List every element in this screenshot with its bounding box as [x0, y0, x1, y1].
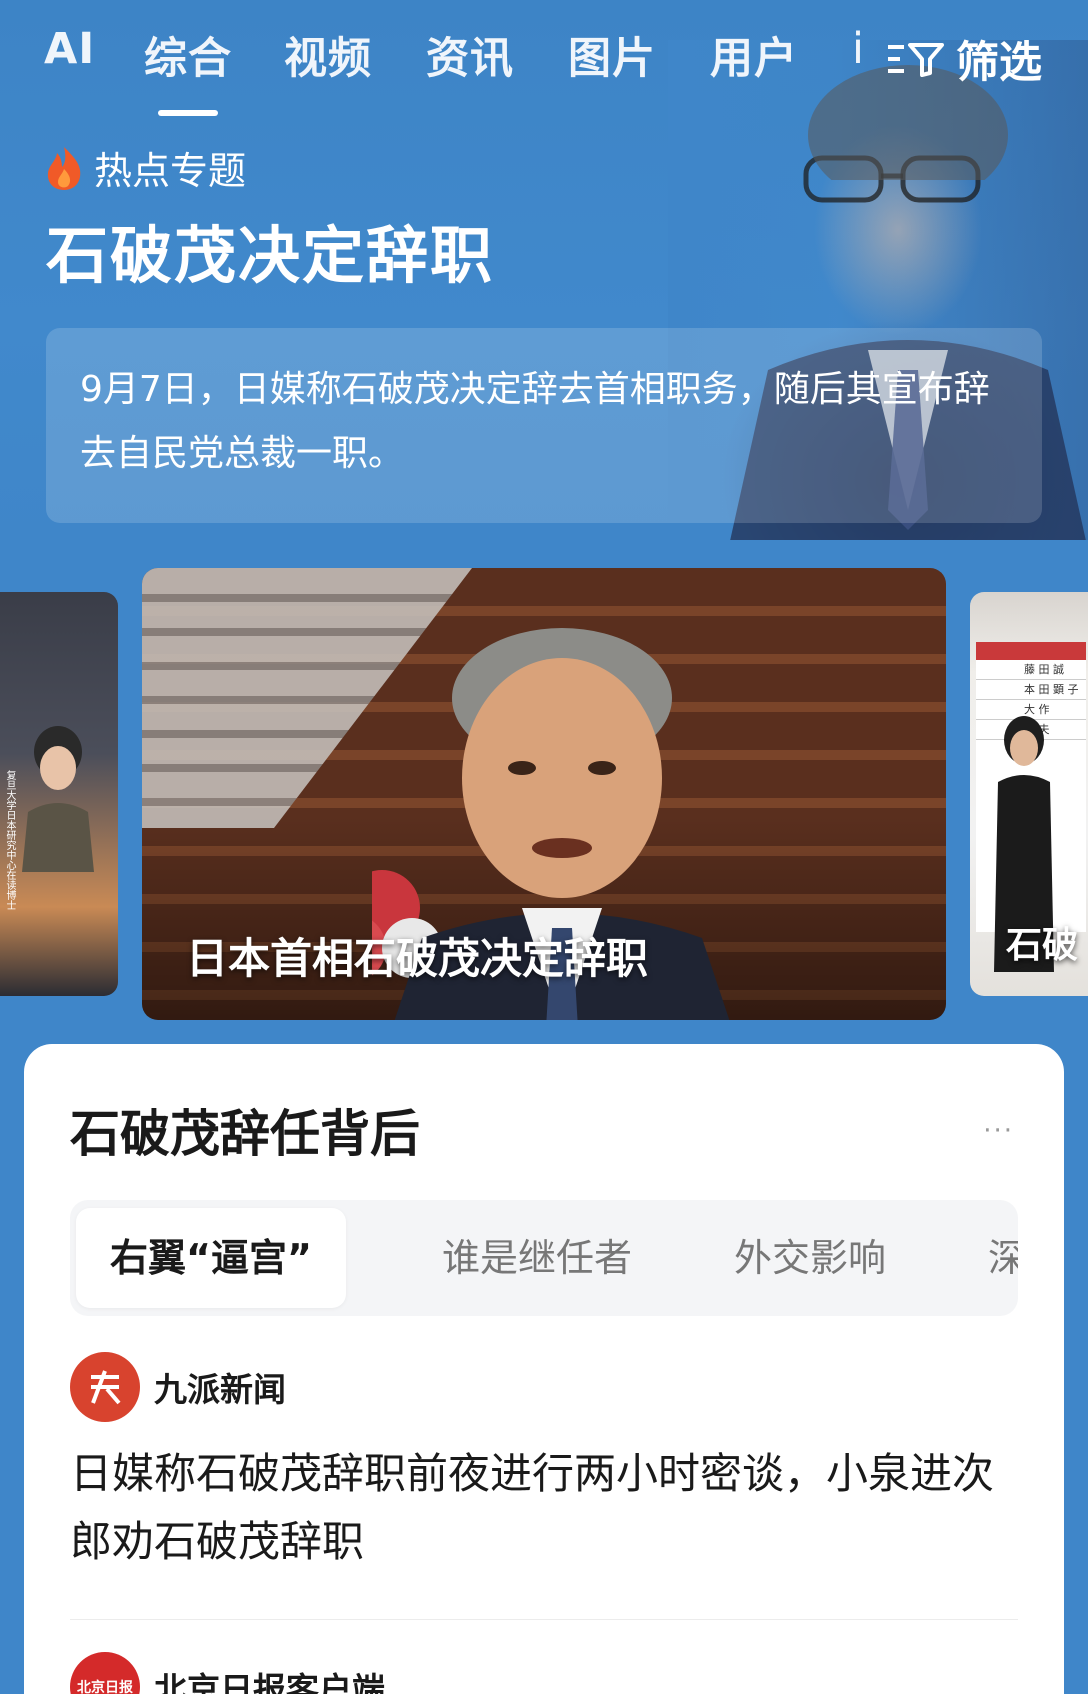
subtab-right-wing[interactable]: 右翼“逼宫” — [76, 1208, 346, 1308]
hero-section: AI 综合 视频 资讯 图片 用户 i 筛选 热点专题 石破茂决定辞职 9月7日… — [0, 0, 1088, 540]
topic-summary[interactable]: 9月7日，日媒称石破茂决定辞去首相职务，随后其宣布辞去自民党总裁一职。 — [46, 328, 1042, 523]
tab-news[interactable]: 资讯 — [426, 24, 514, 86]
tab-ai[interactable]: AI — [44, 24, 95, 74]
filter-button[interactable]: 筛选 — [886, 28, 1042, 90]
top-tab-bar: AI 综合 视频 资讯 图片 用户 i 筛选 — [0, 10, 1088, 90]
flame-icon — [47, 146, 81, 190]
tab-video[interactable]: 视频 — [284, 24, 372, 86]
subtab-bar: 右翼“逼宫” 谁是继任者 外交影响 深度 — [70, 1200, 1018, 1316]
news-item[interactable]: 九派新闻 日媒称石破茂辞职前夜进行两小时密谈，小泉进次郎劝石破茂辞职 — [70, 1352, 1018, 1576]
subtab-successor[interactable]: 谁是继任者 — [442, 1200, 632, 1316]
filter-icon — [888, 43, 944, 77]
tab-comprehensive[interactable]: 综合 — [144, 24, 232, 86]
carousel-card-right[interactable]: 藤 田 誠 本 田 顕 子 大 作 雅 夫 石破 — [970, 592, 1088, 996]
source-name: 北京日报客户端 — [154, 1670, 385, 1694]
jiupai-logo-icon — [91, 1370, 121, 1405]
related-topics-panel: 石破茂辞任背后 ··· 右翼“逼宫” 谁是继任者 外交影响 深度 九派新闻 日媒… — [24, 1044, 1064, 1694]
subtab-in-depth[interactable]: 深度 — [988, 1200, 1018, 1316]
more-options-icon[interactable]: ··· — [983, 1116, 1014, 1146]
carousel-card-main[interactable]: 日本首相石破茂决定辞职 — [142, 568, 946, 1020]
news-source: 北京日报 北京日报客户端 — [70, 1652, 1018, 1694]
panel-title: 石破茂辞任背后 — [70, 1105, 420, 1163]
right-card-caption: 石破 — [1006, 925, 1079, 966]
board-row: 藤 田 誠 — [976, 660, 1086, 680]
source-name: 九派新闻 — [154, 1370, 286, 1409]
subtab-diplomacy[interactable]: 外交影响 — [734, 1200, 886, 1316]
source-logo-icon — [70, 1352, 140, 1422]
news-item[interactable]: 北京日报 北京日报客户端 — [70, 1652, 1018, 1694]
hot-topic-label: 热点专题 — [44, 140, 246, 195]
news-divider — [70, 1619, 1018, 1620]
hot-topic-text: 热点专题 — [94, 149, 247, 193]
news-source: 九派新闻 — [70, 1352, 1018, 1422]
news-title[interactable]: 日媒称石破茂辞职前夜进行两小时密谈，小泉进次郎劝石破茂辞职 — [70, 1440, 1018, 1576]
main-card-caption: 日本首相石破茂决定辞职 — [186, 934, 649, 983]
tab-images[interactable]: 图片 — [568, 24, 656, 86]
topic-title[interactable]: 石破茂决定辞职 — [46, 205, 494, 295]
video-carousel: 复旦大学日本研究中心在读博士 日本首相石破茂决定辞职 藤 田 誠 本 田 顕 子 — [0, 568, 1088, 1024]
left-card-caption: 复旦大学日本研究中心在读博士 — [4, 770, 15, 910]
source-logo-icon: 北京日报 — [70, 1652, 140, 1694]
tab-users[interactable]: 用户 — [710, 24, 798, 86]
carousel-card-left[interactable]: 复旦大学日本研究中心在读博士 — [0, 592, 118, 996]
filter-label: 筛选 — [956, 38, 1042, 88]
board-row: 本 田 顕 子 — [976, 680, 1086, 700]
left-card-person-image — [22, 726, 94, 872]
tab-more[interactable]: i — [852, 24, 865, 74]
